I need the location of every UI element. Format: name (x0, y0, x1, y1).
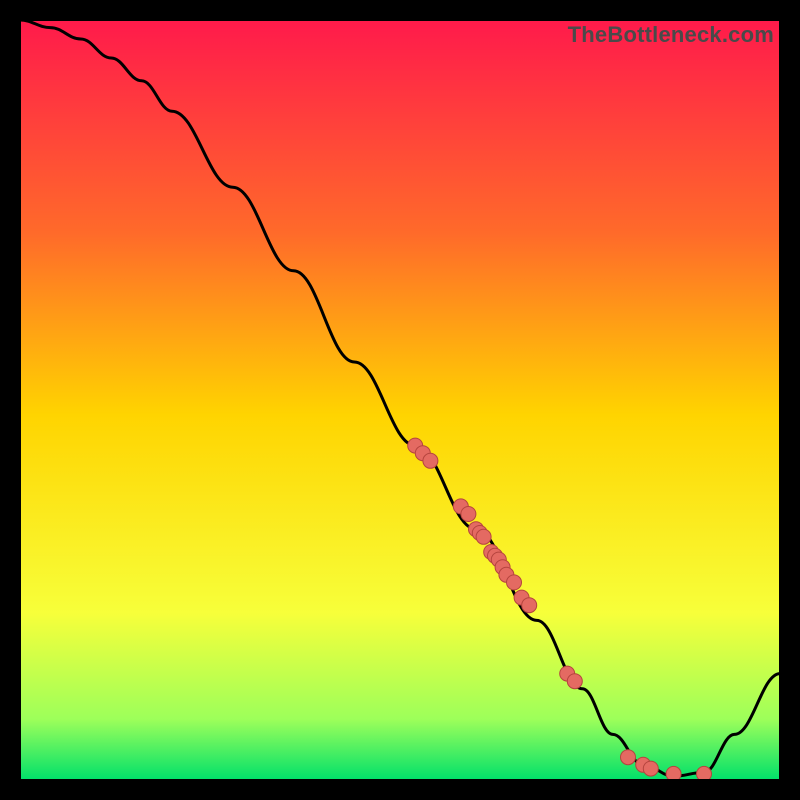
sample-dot (567, 674, 582, 689)
watermark-text: TheBottleneck.com (568, 22, 774, 48)
sample-dot (507, 575, 522, 590)
chart-svg (20, 20, 780, 780)
sample-dot (643, 761, 658, 776)
sample-dot (522, 598, 537, 613)
chart-frame: TheBottleneck.com (20, 20, 780, 780)
sample-dot (666, 766, 681, 780)
sample-dot (461, 507, 476, 522)
sample-dot (476, 529, 491, 544)
sample-dot (697, 766, 712, 780)
sample-dot (621, 750, 636, 765)
gradient-background (20, 20, 780, 780)
sample-dot (423, 453, 438, 468)
